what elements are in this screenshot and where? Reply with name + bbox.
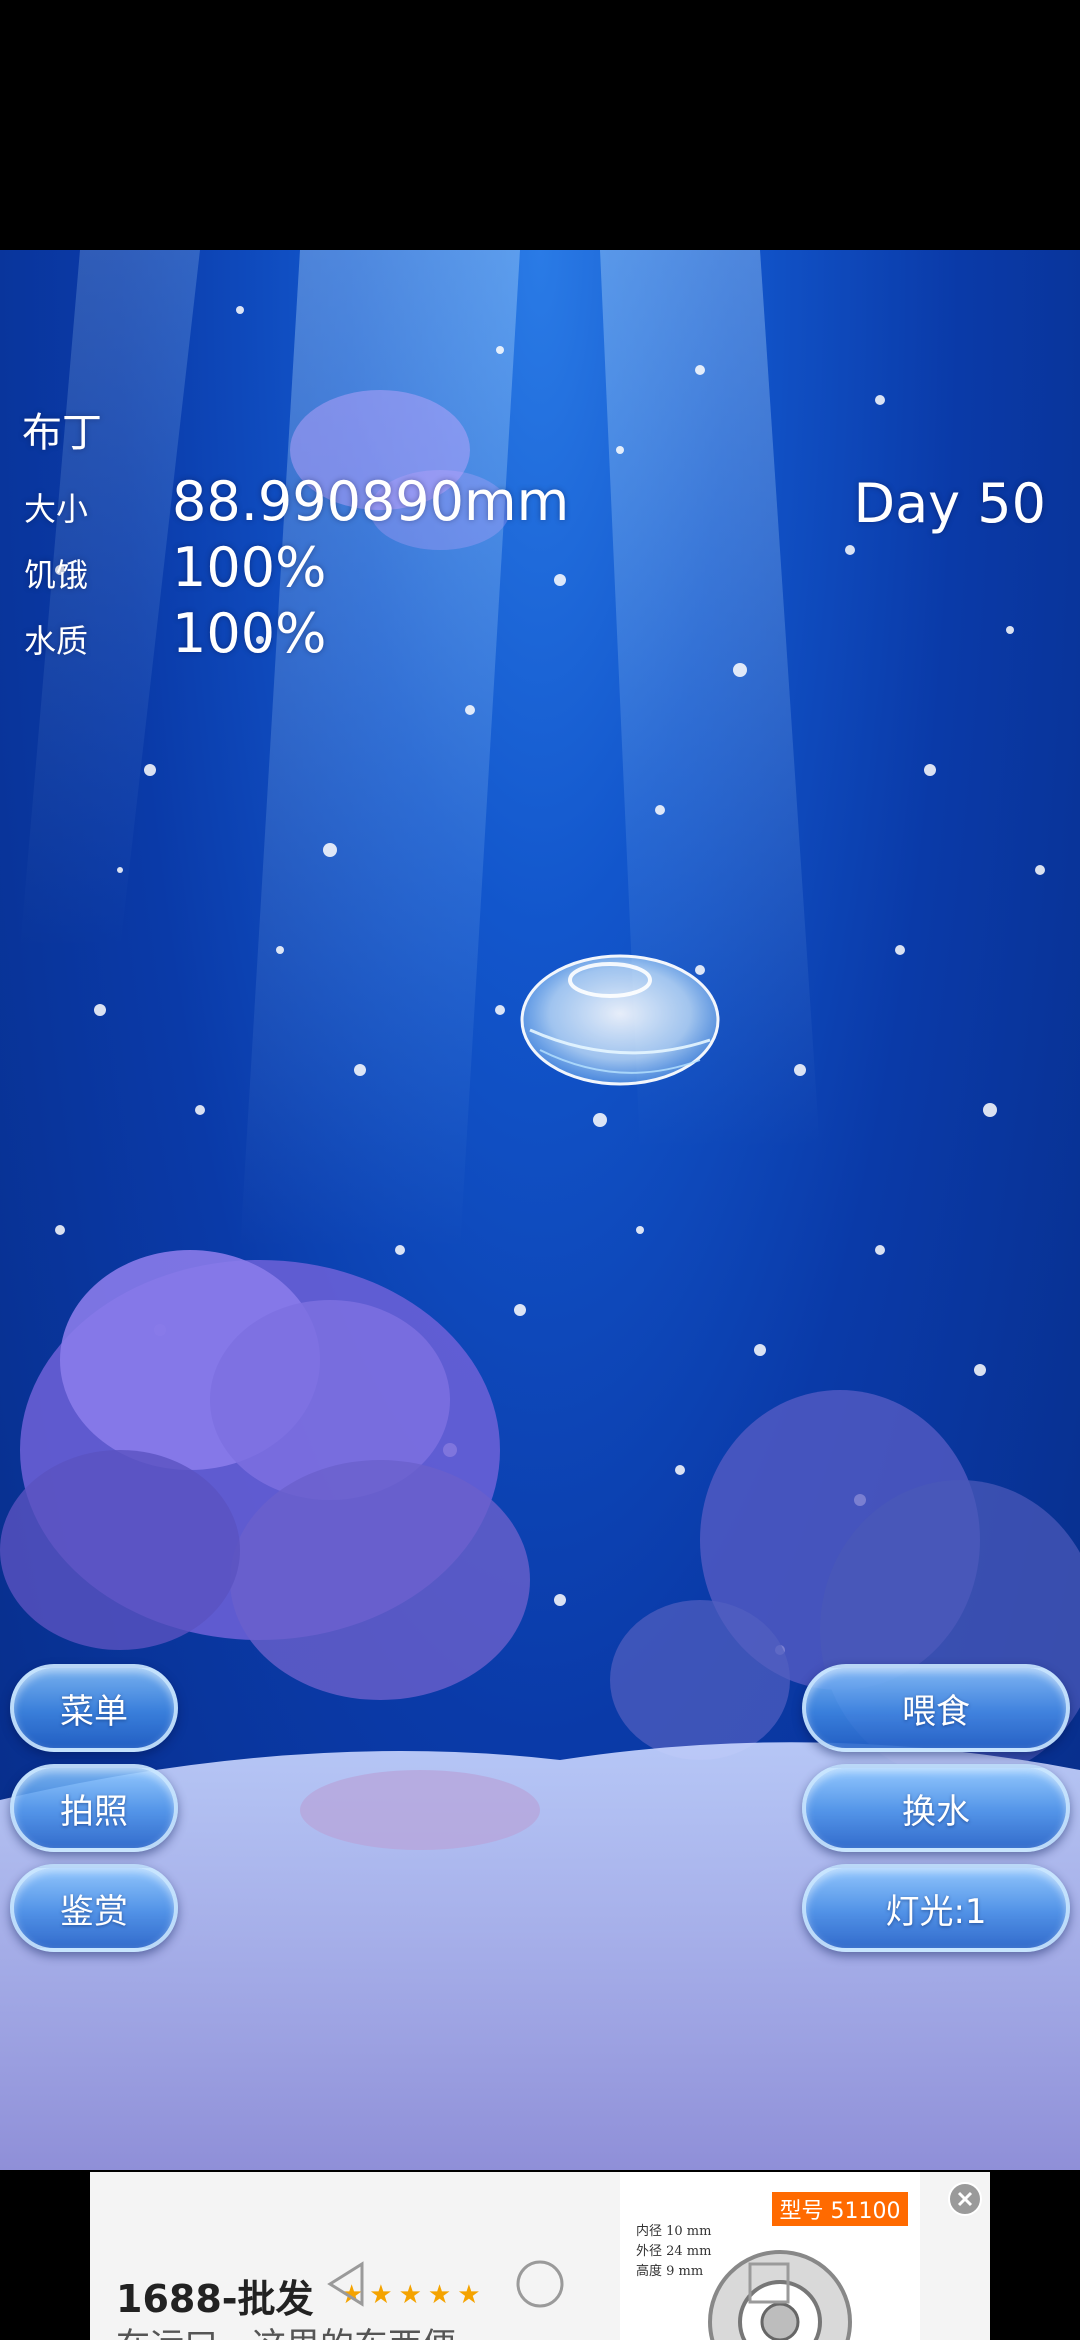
menu-button[interactable]: 菜单	[10, 1664, 178, 1752]
coral-left	[0, 1250, 530, 1700]
hunger-label: 饥饿	[24, 556, 89, 594]
ad-spec-inner: 内径 10 mm	[636, 2224, 712, 2239]
day-counter: Day 50	[853, 472, 1046, 535]
photo-button[interactable]: 拍照	[10, 1764, 178, 1852]
pet-name: 布丁	[22, 410, 102, 456]
back-icon[interactable]	[327, 2261, 364, 2307]
light-button[interactable]: 灯光:1	[802, 1864, 1070, 1952]
close-glyph	[957, 2191, 973, 2207]
water-quality-label: 水质	[24, 622, 89, 660]
ad-model-tag: 型号 51100	[772, 2192, 908, 2226]
app-root: 布丁 大小 88.990890mm 饥饿 100% 水质 100% Day 50…	[0, 0, 1080, 2340]
home-icon[interactable]	[516, 2260, 564, 2308]
water-quality-value: 100%	[172, 602, 327, 665]
size-label: 大小	[24, 490, 89, 528]
hunger-value: 100%	[172, 536, 327, 599]
jellyfish[interactable]	[520, 954, 720, 1086]
status-bar-area	[0, 0, 1080, 250]
size-value: 88.990890mm	[172, 470, 570, 533]
recent-apps-icon[interactable]	[748, 2262, 790, 2304]
navigation-bar	[327, 2260, 790, 2308]
feed-button[interactable]: 喂食	[802, 1664, 1070, 1752]
close-icon[interactable]	[948, 2182, 982, 2216]
change-water-button[interactable]: 换水	[802, 1764, 1070, 1852]
gallery-button[interactable]: 鉴赏	[10, 1864, 178, 1952]
